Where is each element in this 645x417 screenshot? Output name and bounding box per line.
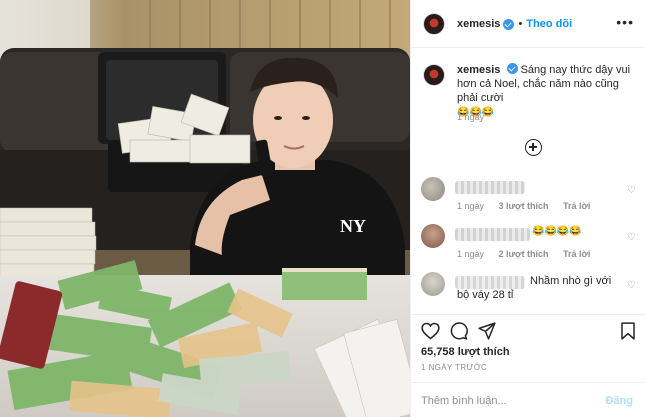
- likes-count[interactable]: 65,758 lượt thích: [421, 346, 510, 358]
- add-comment-input[interactable]: [421, 393, 591, 409]
- separator-dot: •: [518, 17, 523, 30]
- comment-meta: 1 ngày 2 lượt thích Trả lời: [457, 249, 602, 259]
- more-options-icon[interactable]: •••: [616, 15, 634, 29]
- comment-item: Nhầm nhò gì với bộ váy 28 tỉ ♡: [421, 272, 636, 312]
- post-header: xemesis • Theo dõi •••: [411, 0, 645, 48]
- comment-time[interactable]: 1 ngày: [457, 249, 484, 259]
- comment-time[interactable]: 1 ngày: [457, 201, 484, 211]
- post-comment-button[interactable]: Đăng: [606, 395, 634, 407]
- reply-button[interactable]: Trả lời: [563, 249, 590, 259]
- verified-badge-icon: [503, 19, 515, 30]
- heart-icon[interactable]: [421, 322, 440, 340]
- blurred-username: [455, 181, 525, 194]
- comment-likes[interactable]: 3 lượt thích: [499, 201, 549, 211]
- action-bar: [421, 322, 636, 342]
- plus-circle-icon[interactable]: [525, 139, 542, 156]
- caption-username[interactable]: xemesis: [457, 64, 500, 76]
- comment-meta: 1 ngày 3 lượt thích Trả lời: [457, 201, 602, 211]
- comment-text: Nhầm nhò gì với bộ váy 28 tỉ: [457, 275, 612, 301]
- verified-badge-icon: [506, 63, 518, 74]
- comment-avatar[interactable]: [421, 224, 445, 248]
- username[interactable]: xemesis: [457, 18, 500, 30]
- instagram-post: NY xemesis • Theo dõi ••• xemesis Sáng n…: [0, 0, 645, 417]
- post-time-ago[interactable]: 1 NGÀY TRƯỚC: [421, 363, 487, 372]
- comment-avatar[interactable]: [421, 272, 445, 296]
- avatar[interactable]: [423, 64, 445, 86]
- post-caption: xemesis Sáng nay thức dậy vui hơn cả Noe…: [423, 62, 635, 120]
- comment-likes[interactable]: 2 lượt thích: [499, 249, 549, 259]
- avatar[interactable]: [423, 12, 445, 35]
- comment-heart-icon[interactable]: ♡: [627, 232, 636, 243]
- comment-bubble-icon[interactable]: [450, 322, 468, 340]
- post-photo-illustration: NY: [0, 0, 410, 417]
- reply-button[interactable]: Trả lời: [563, 201, 590, 211]
- comment-avatar[interactable]: [421, 177, 445, 201]
- comment-heart-icon[interactable]: ♡: [627, 280, 636, 291]
- comment-text: 😂😂😂😂: [532, 226, 582, 237]
- comment-heart-icon[interactable]: ♡: [627, 185, 636, 196]
- caption-time[interactable]: 1 ngày: [457, 112, 484, 122]
- comment-item: 😂😂😂😂 1 ngày 2 lượt thích Trả lời ♡: [421, 224, 636, 264]
- paper-plane-icon[interactable]: [478, 322, 496, 340]
- bookmark-icon[interactable]: [620, 322, 636, 340]
- divider: [410, 382, 645, 383]
- blurred-username: [455, 228, 530, 241]
- post-photo[interactable]: NY: [0, 0, 410, 417]
- follow-button[interactable]: Theo dõi: [526, 18, 572, 30]
- svg-text:NY: NY: [340, 216, 366, 236]
- comment-item: 1 ngày 3 lượt thích Trả lời ♡: [421, 177, 636, 217]
- divider: [410, 314, 645, 315]
